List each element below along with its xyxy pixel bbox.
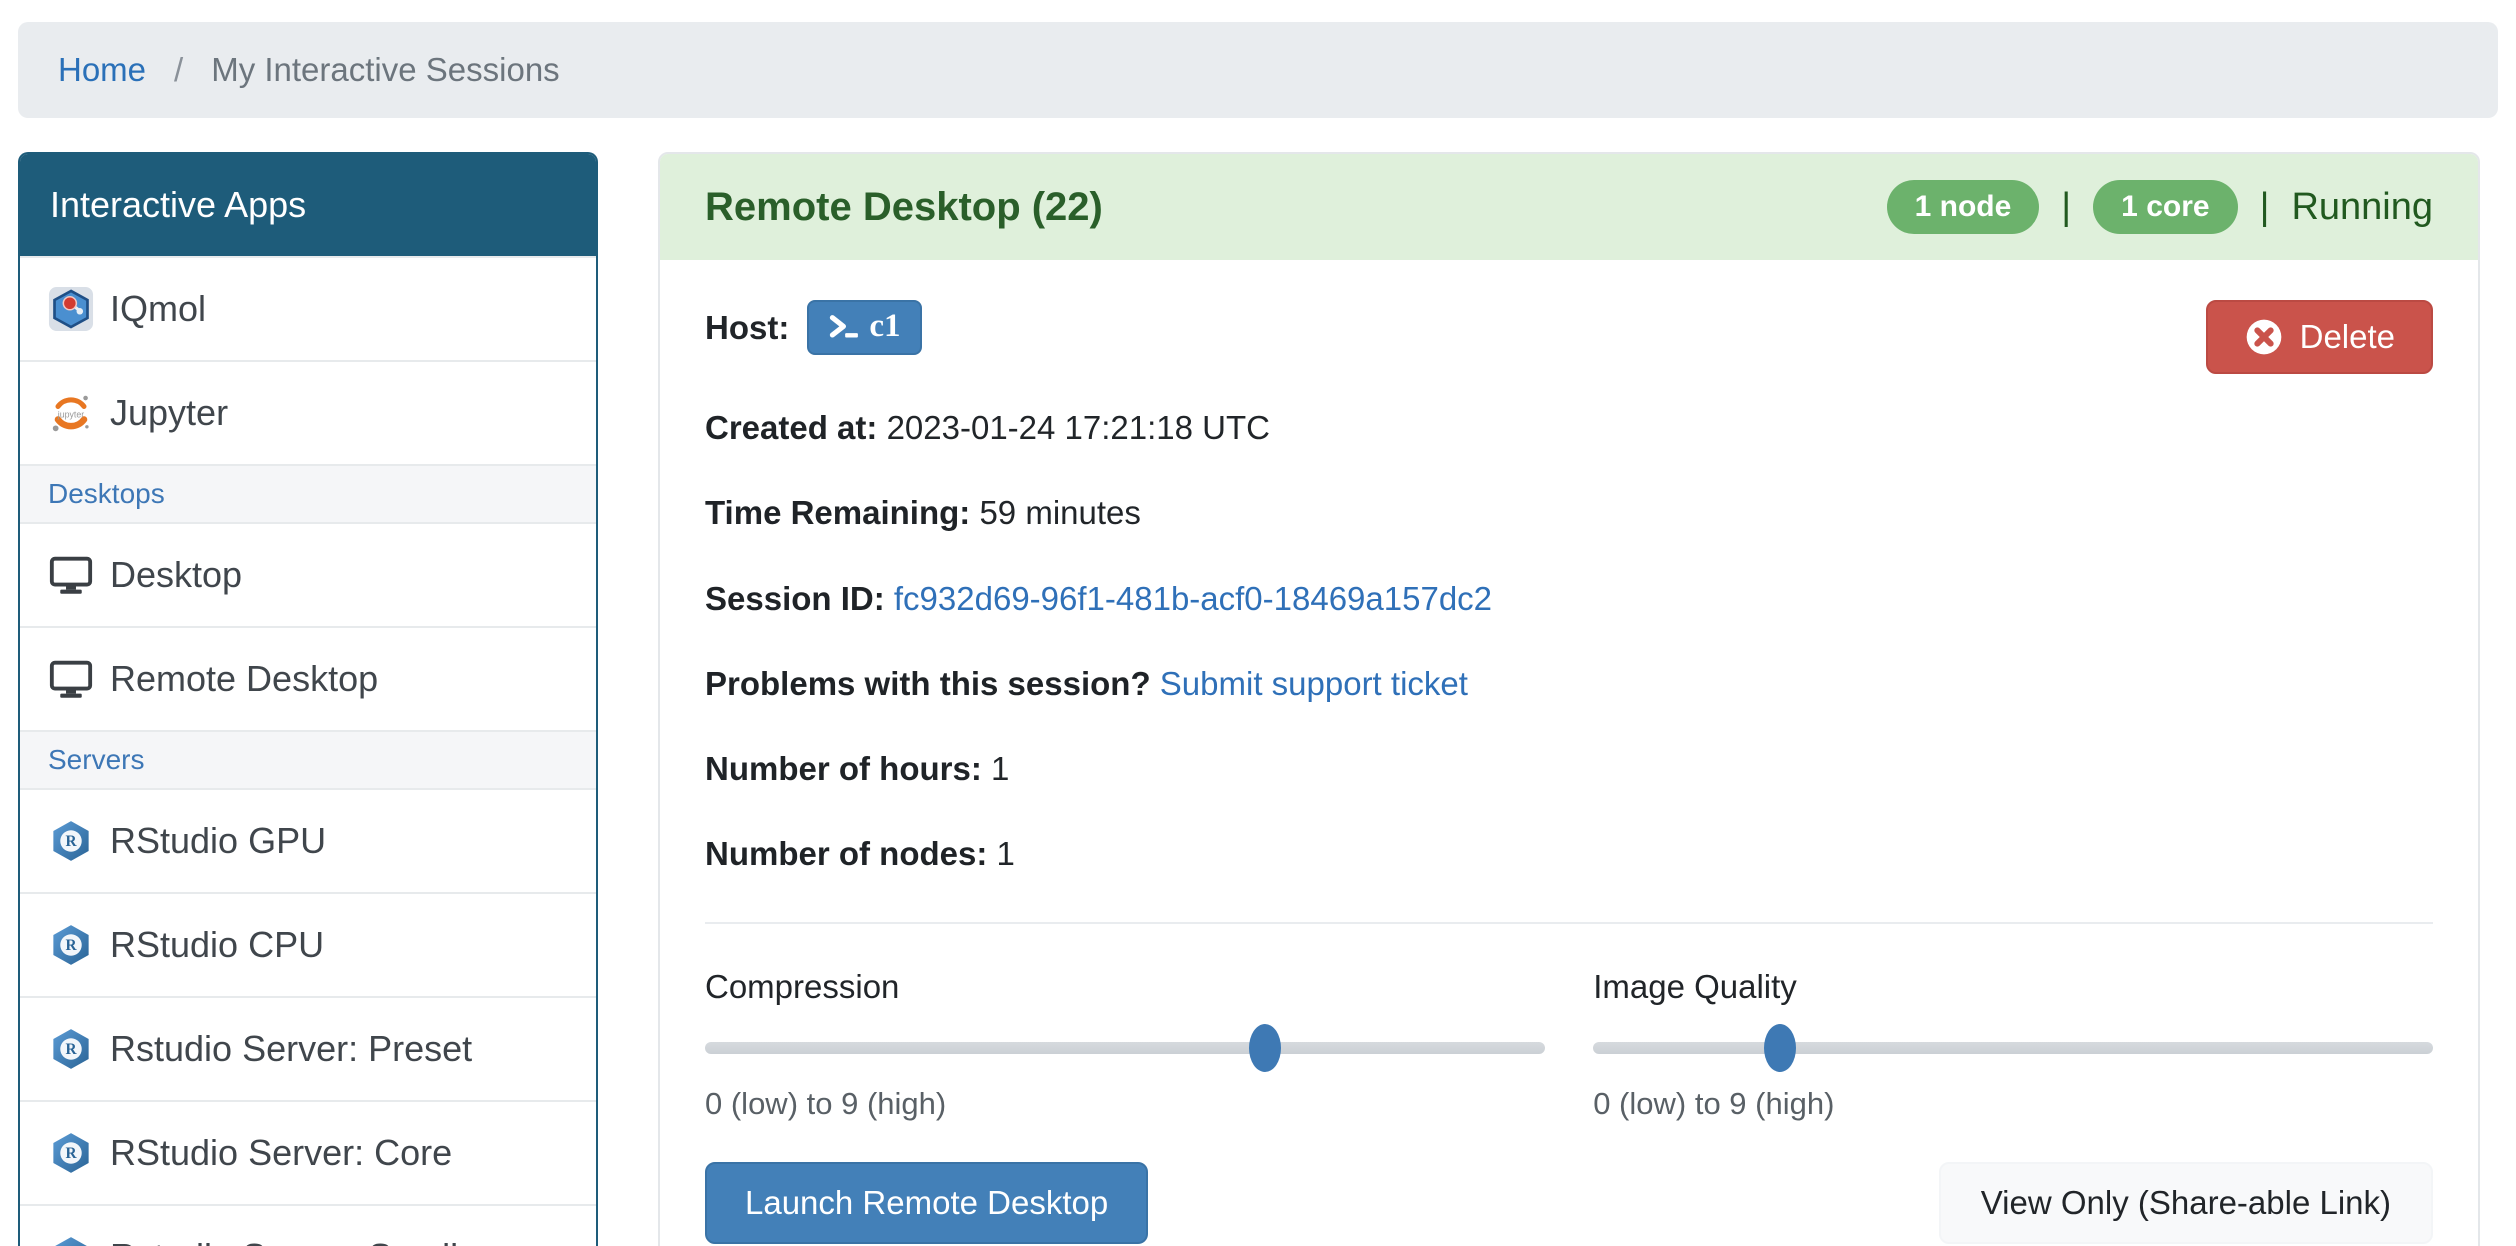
rstudio-icon: R xyxy=(48,1234,94,1246)
session-card-header: Remote Desktop (22) 1 node | 1 core | Ru… xyxy=(660,154,2478,260)
iqmol-icon xyxy=(48,286,94,332)
session-id-link[interactable]: fc932d69-96f1-481b-acf0-18469a157dc2 xyxy=(894,580,1492,617)
breadcrumb-separator: / xyxy=(174,51,183,89)
badge-separator: | xyxy=(2260,186,2270,229)
created-at-label: Created at: xyxy=(705,409,877,446)
desktop-icon xyxy=(48,656,94,702)
breadcrumb-home-link[interactable]: Home xyxy=(58,51,146,89)
created-at-value: 2023-01-24 17:21:18 UTC xyxy=(887,409,1270,446)
compression-label: Compression xyxy=(705,968,1545,1006)
hours-label: Number of hours: xyxy=(705,750,982,787)
sidebar-title: Interactive Apps xyxy=(20,154,596,256)
page: Home / My Interactive Sessions Interacti… xyxy=(0,0,2516,1246)
svg-text:R: R xyxy=(65,1145,77,1162)
time-remaining-value: 59 minutes xyxy=(979,494,1140,531)
sidebar-item-iqmol[interactable]: IQmol xyxy=(20,256,596,360)
image-quality-label: Image Quality xyxy=(1593,968,2433,1006)
session-id-row: Session ID: fc932d69-96f1-481b-acf0-1846… xyxy=(705,581,2433,617)
sidebar-item-jupyter[interactable]: jupyter Jupyter xyxy=(20,360,596,464)
rstudio-icon: R xyxy=(48,1130,94,1176)
sidebar-item-rstudio-server-core[interactable]: R RStudio Server: Core xyxy=(20,1100,596,1204)
compression-slider-group: Compression 0 (low) to 9 (high) xyxy=(705,968,1545,1122)
sidebar-section-desktops: Desktops xyxy=(20,464,596,522)
sidebar-item-desktop[interactable]: Desktop xyxy=(20,522,596,626)
hours-row: Number of hours: 1 xyxy=(705,751,2433,787)
sidebar-item-rstudio-server-small[interactable]: R Rstudio Server: Small xyxy=(20,1204,596,1246)
compression-slider-thumb[interactable] xyxy=(1249,1024,1281,1072)
delete-button[interactable]: Delete xyxy=(2206,300,2433,374)
svg-text:R: R xyxy=(65,1041,77,1058)
sidebar-item-label: RStudio CPU xyxy=(110,924,324,966)
nodes-row: Number of nodes: 1 xyxy=(705,836,2433,872)
badge-separator: | xyxy=(2061,186,2071,229)
svg-text:R: R xyxy=(65,833,77,850)
sidebar-item-label: RStudio GPU xyxy=(110,820,326,862)
sidebar-item-label: IQmol xyxy=(110,288,206,330)
session-card: Remote Desktop (22) 1 node | 1 core | Ru… xyxy=(658,152,2480,1246)
sidebar-section-servers: Servers xyxy=(20,730,596,788)
time-remaining-label: Time Remaining: xyxy=(705,494,970,531)
breadcrumb: Home / My Interactive Sessions xyxy=(18,22,2498,118)
support-row: Problems with this session? Submit suppo… xyxy=(705,666,2433,702)
sidebar-item-label: Remote Desktop xyxy=(110,658,378,700)
host-shell-button[interactable]: c1 xyxy=(807,300,922,355)
sidebar-item-remote-desktop[interactable]: Remote Desktop xyxy=(20,626,596,730)
image-quality-help-text: 0 (low) to 9 (high) xyxy=(1593,1086,2433,1122)
session-id-label: Session ID: xyxy=(705,580,885,617)
view-only-link-button[interactable]: View Only (Share-able Link) xyxy=(1939,1162,2433,1244)
svg-text:jupyter: jupyter xyxy=(57,410,84,420)
rstudio-icon: R xyxy=(48,1026,94,1072)
card-divider xyxy=(705,922,2433,924)
sidebar-item-label: Rstudio Server: Small xyxy=(110,1236,458,1246)
sidebar-item-rstudio-cpu[interactable]: R RStudio CPU xyxy=(20,892,596,996)
host-label: Host: xyxy=(705,309,789,347)
host-name: c1 xyxy=(869,308,900,345)
sidebar-item-label: Rstudio Server: Preset xyxy=(110,1028,472,1070)
sidebar-item-label: RStudio Server: Core xyxy=(110,1132,452,1174)
rstudio-icon: R xyxy=(48,922,94,968)
svg-text:R: R xyxy=(65,937,77,954)
sidebar-item-rstudio-gpu[interactable]: R RStudio GPU xyxy=(20,788,596,892)
interactive-apps-sidebar: Interactive Apps IQmol jupyter Jupyter D… xyxy=(18,152,598,1246)
created-at-row: Created at: 2023-01-24 17:21:18 UTC xyxy=(705,410,2433,446)
sidebar-item-label: Jupyter xyxy=(110,392,228,434)
circle-x-icon xyxy=(2244,317,2284,357)
nodes-value: 1 xyxy=(997,835,1015,872)
core-count-badge: 1 core xyxy=(2093,180,2237,234)
jupyter-icon: jupyter xyxy=(48,390,94,436)
image-quality-slider-group: Image Quality 0 (low) to 9 (high) xyxy=(1593,968,2433,1122)
compression-help-text: 0 (low) to 9 (high) xyxy=(705,1086,1545,1122)
support-ticket-link[interactable]: Submit support ticket xyxy=(1160,665,1468,702)
rstudio-icon: R xyxy=(48,818,94,864)
terminal-icon xyxy=(829,314,863,340)
hours-value: 1 xyxy=(991,750,1009,787)
status-text: Running xyxy=(2291,186,2433,229)
launch-remote-desktop-button[interactable]: Launch Remote Desktop xyxy=(705,1162,1148,1244)
sidebar-item-label: Desktop xyxy=(110,554,242,596)
compression-slider[interactable] xyxy=(705,1042,1545,1054)
session-card-body: Host: c1 Delete xyxy=(660,260,2478,1246)
session-title: Remote Desktop (22) xyxy=(705,185,1103,230)
support-question-label: Problems with this session? xyxy=(705,665,1151,702)
time-remaining-row: Time Remaining: 59 minutes xyxy=(705,495,2433,531)
desktop-icon xyxy=(48,552,94,598)
node-count-badge: 1 node xyxy=(1887,180,2040,234)
image-quality-slider[interactable] xyxy=(1593,1042,2433,1054)
image-quality-slider-thumb[interactable] xyxy=(1764,1024,1796,1072)
sidebar-item-rstudio-server-preset[interactable]: R Rstudio Server: Preset xyxy=(20,996,596,1100)
delete-button-label: Delete xyxy=(2300,318,2395,356)
breadcrumb-current-page: My Interactive Sessions xyxy=(211,51,559,89)
nodes-label: Number of nodes: xyxy=(705,835,987,872)
